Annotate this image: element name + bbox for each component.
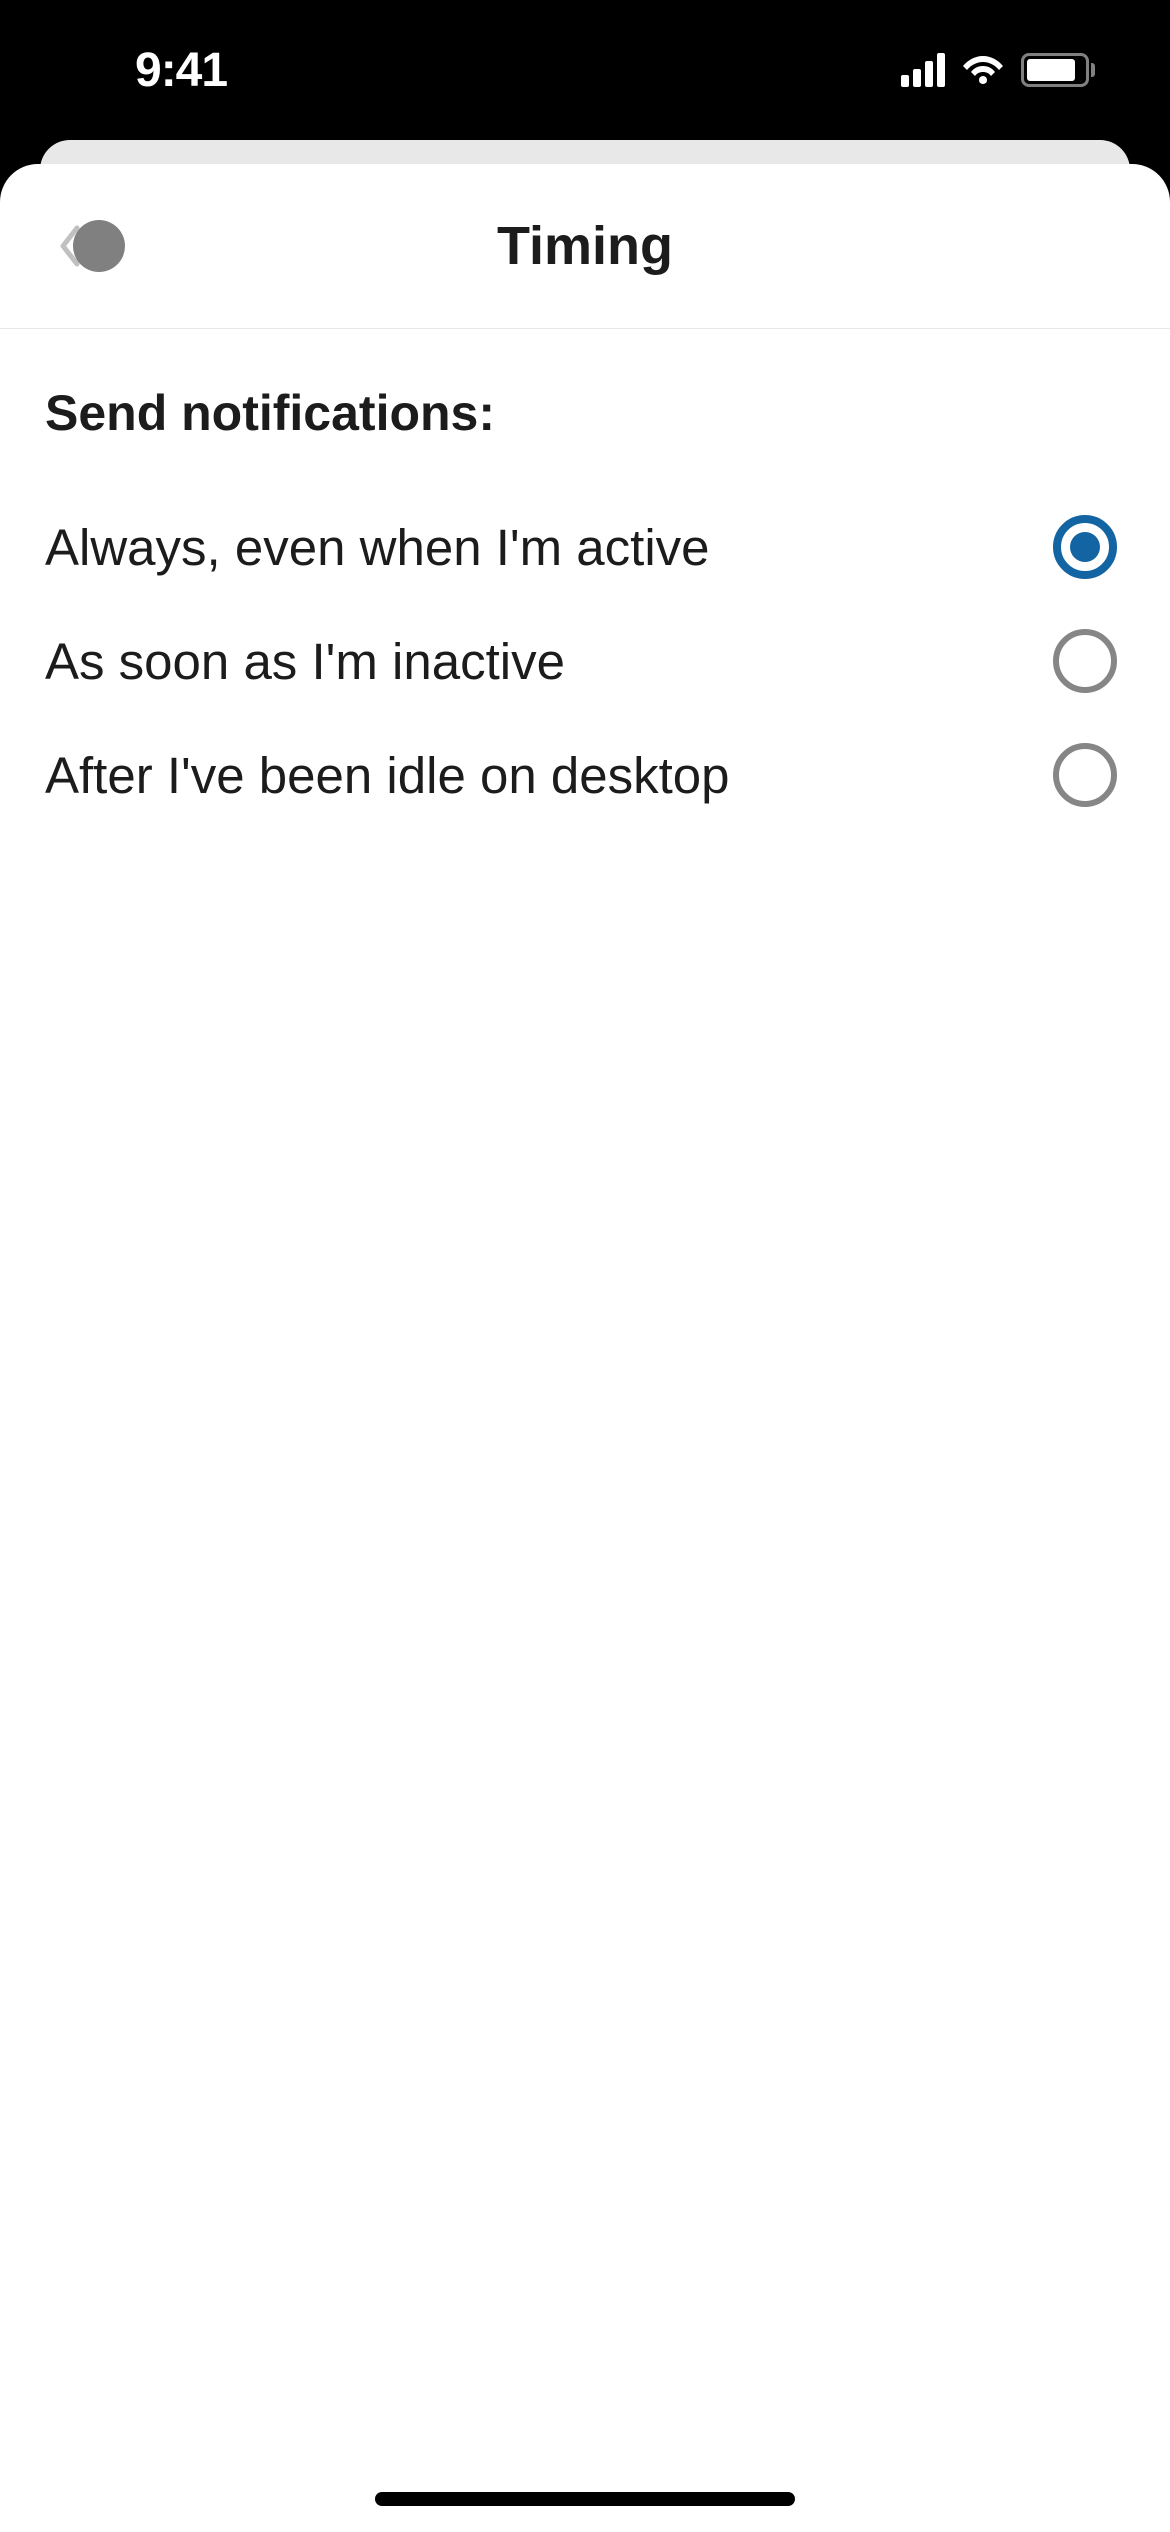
option-label: After I've been idle on desktop [45,746,730,805]
status-bar: 9:41 [0,0,1170,140]
radio-selected-icon [1053,515,1117,579]
option-idle-desktop[interactable]: After I've been idle on desktop [45,718,1125,832]
radio-unselected-icon [1053,743,1117,807]
content-area: Send notifications: Always, even when I'… [0,329,1170,887]
status-icons [901,52,1095,89]
radio-unselected-icon [1053,629,1117,693]
navigation-header: Timing [0,164,1170,329]
back-dot-icon [73,220,125,272]
sheet-container: Timing Send notifications: Always, even … [0,140,1170,2532]
status-time: 9:41 [135,43,227,98]
option-inactive[interactable]: As soon as I'm inactive [45,604,1125,718]
option-label: Always, even when I'm active [45,518,710,577]
home-indicator[interactable] [375,2492,795,2506]
wifi-icon [961,52,1005,89]
battery-icon [1021,53,1095,87]
option-label: As soon as I'm inactive [45,632,565,691]
back-button[interactable] [55,220,125,272]
option-always-active[interactable]: Always, even when I'm active [45,490,1125,604]
page-title: Timing [0,215,1170,277]
settings-sheet: Timing Send notifications: Always, even … [0,164,1170,2532]
cellular-signal-icon [901,53,945,87]
section-label: Send notifications: [45,384,1125,442]
